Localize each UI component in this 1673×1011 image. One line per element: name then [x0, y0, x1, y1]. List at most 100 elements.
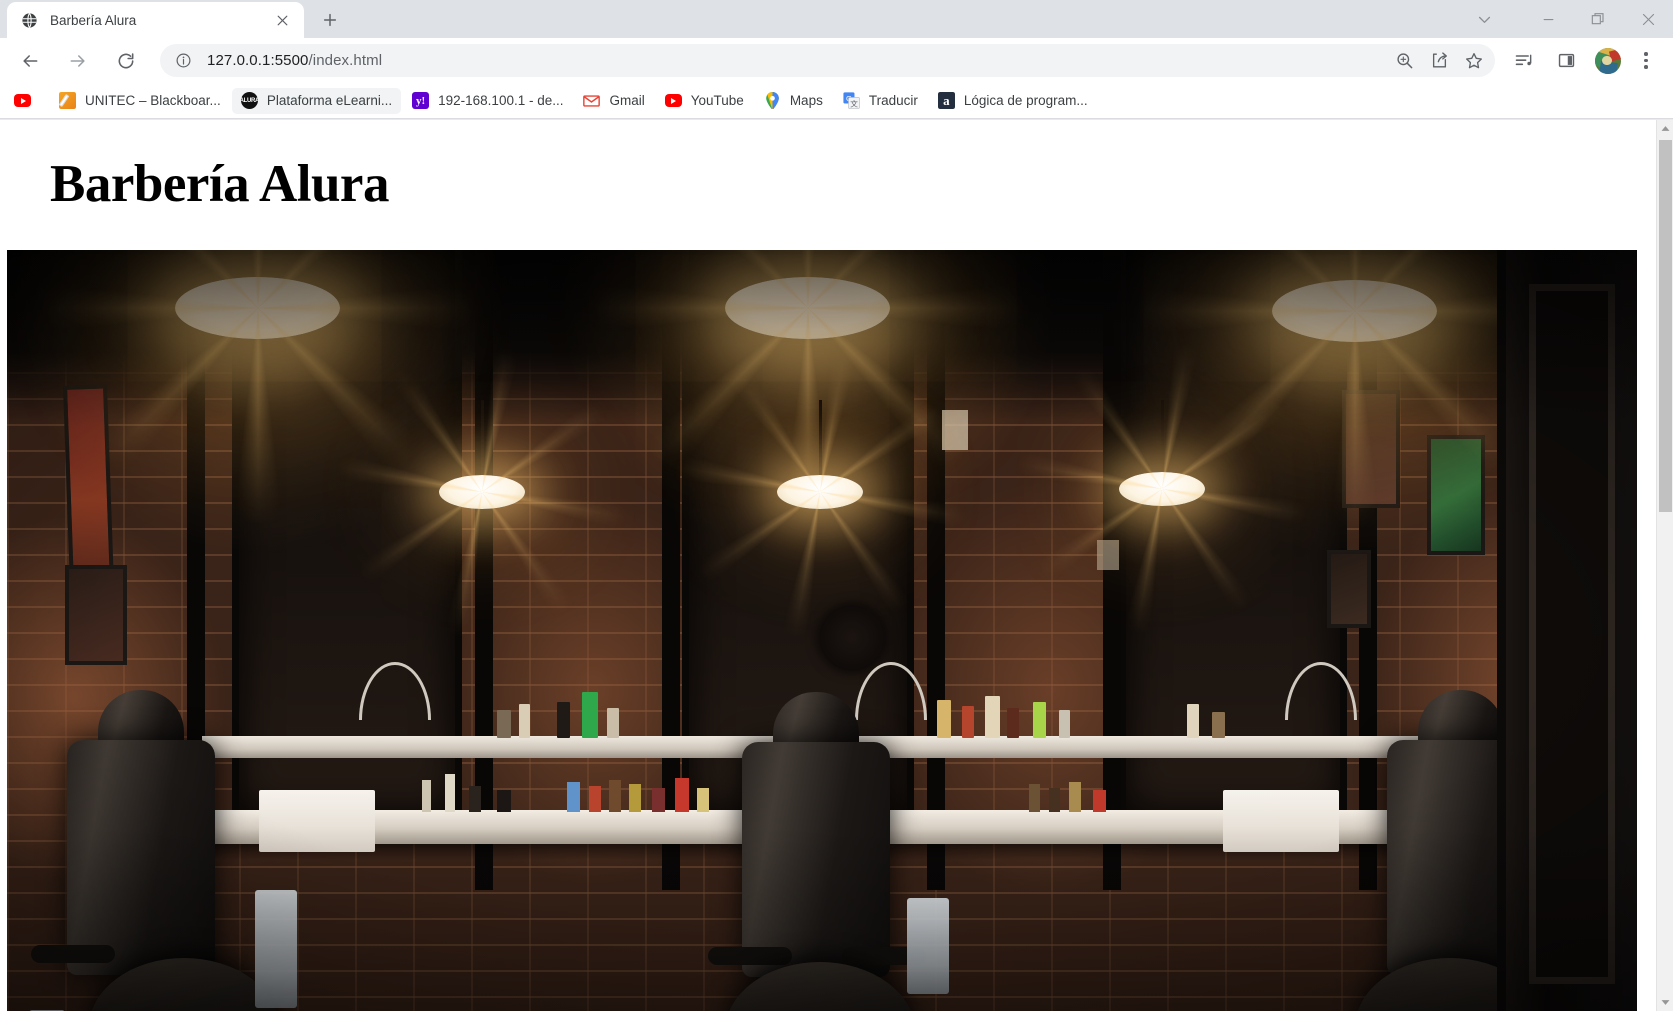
wall-frame: [1327, 550, 1371, 628]
bookmark-label: Lógica de program...: [963, 93, 1088, 108]
toolbar-right-actions: [1503, 44, 1667, 78]
lamp-cord: [819, 400, 822, 478]
page-scrollbar[interactable]: [1656, 120, 1673, 1011]
alura-icon: ALURA: [240, 92, 258, 109]
tab-title: Barbería Alura: [50, 12, 137, 28]
pendant-lamp-large: [527, 250, 1088, 588]
wall-note: [1097, 540, 1119, 570]
pendant-lamp-small: [439, 475, 525, 509]
globe-icon: [21, 12, 38, 29]
bookmark-label: Plataforma eLearni...: [266, 93, 393, 108]
chair-armrest: [708, 947, 792, 965]
close-window-button[interactable]: [1623, 0, 1673, 38]
chair-backrest: [67, 740, 215, 975]
lamp-cord: [1354, 250, 1357, 283]
scroll-up-button[interactable]: [1657, 120, 1673, 137]
pendant-lamp-small: [777, 475, 863, 509]
forward-button[interactable]: [59, 42, 97, 80]
bookmark-item-router[interactable]: y! 192-168.100.1 - de...: [403, 88, 572, 114]
wall-frame: [65, 565, 127, 665]
bookmark-item-maps[interactable]: Maps: [755, 88, 832, 114]
url-host: 127.0.0.1:5500: [207, 52, 309, 69]
triangle-up-icon: [1661, 126, 1670, 131]
youtube-icon: [14, 92, 31, 109]
bookmark-item-gmail[interactable]: Gmail: [574, 88, 653, 114]
browser-tab-strip: Barbería Alura: [0, 0, 1673, 38]
pendant-lamp-large: [7, 250, 538, 588]
share-icon[interactable]: [1424, 46, 1454, 76]
wall-poster: [1427, 435, 1485, 555]
omnibox-actions: [1384, 46, 1489, 76]
scroll-down-button[interactable]: [1657, 994, 1673, 1011]
address-bar[interactable]: 127.0.0.1:5500/index.html: [160, 44, 1495, 77]
hero-image-barbershop: [7, 250, 1637, 1011]
page-viewport: Barbería Alura: [0, 120, 1673, 1011]
bookmark-label: Traducir: [868, 93, 918, 108]
amazon-icon: a: [937, 92, 955, 109]
star-icon[interactable]: [1459, 46, 1489, 76]
bookmark-label: UNITEC – Blackboar...: [85, 93, 221, 108]
lamp-cord: [807, 250, 810, 280]
bookmark-item-logica[interactable]: a Lógica de program...: [929, 88, 1097, 114]
page-title: Barbería Alura: [50, 155, 389, 213]
barbershop-scene: [7, 250, 1637, 1011]
scrollbar-thumb[interactable]: [1659, 140, 1672, 512]
playlist-music-icon[interactable]: [1507, 44, 1541, 78]
magnifier-plus-icon[interactable]: [1389, 46, 1419, 76]
close-window-icon: [1642, 13, 1654, 25]
maximize-button[interactable]: [1573, 0, 1623, 38]
bookmark-label: Maps: [789, 93, 823, 108]
towel: [907, 898, 949, 994]
bookmark-label: YouTube: [690, 93, 744, 108]
yahoo-icon: y!: [412, 92, 430, 109]
bookmark-item-unitec[interactable]: UNITEC – Blackboar...: [50, 88, 230, 114]
tab-search-button[interactable]: [1461, 0, 1507, 38]
chevron-down-icon: [1478, 16, 1490, 23]
browser-tab[interactable]: Barbería Alura: [7, 2, 304, 38]
triangle-down-icon: [1661, 1000, 1670, 1005]
google-maps-pin-icon: [764, 92, 781, 109]
bookmark-item-youtube[interactable]: YouTube: [656, 88, 753, 114]
arrow-left-icon: [23, 54, 38, 67]
bookmarks-bar: UNITEC – Blackboar... ALURA Plataforma e…: [0, 83, 1673, 119]
restore-window-icon: [1591, 13, 1604, 25]
pendant-lamp-small: [1119, 472, 1205, 506]
wall-frame: [1342, 390, 1400, 508]
bookmark-label: Gmail: [609, 93, 645, 108]
pendant-lamp-large: [1074, 250, 1635, 591]
lamp-cord: [481, 400, 484, 478]
url-path: /index.html: [308, 52, 383, 69]
avatar[interactable]: [1595, 47, 1621, 74]
svg-text:文: 文: [850, 98, 858, 108]
new-tab-button[interactable]: [314, 4, 346, 36]
bookmark-item[interactable]: [6, 88, 48, 114]
reload-button[interactable]: [107, 42, 145, 80]
door-panel: [1529, 284, 1615, 984]
google-translate-icon: G 文: [843, 92, 860, 109]
wall-clock: [819, 605, 885, 671]
bookmark-label: 192-168.100.1 - de...: [438, 93, 564, 108]
lamp-cord: [1161, 400, 1164, 475]
window-controls: [1461, 0, 1673, 38]
browser-toolbar: 127.0.0.1:5500/index.html: [0, 38, 1673, 83]
minimize-button[interactable]: [1523, 0, 1573, 38]
minimize-icon: [1543, 18, 1553, 20]
youtube-icon: [664, 92, 682, 109]
info-circle-icon[interactable]: [174, 51, 193, 70]
gmail-icon: [583, 92, 601, 109]
url-text[interactable]: 127.0.0.1:5500/index.html: [207, 52, 1384, 69]
towel: [255, 890, 297, 1008]
bookmark-item-translate[interactable]: G 文 Traducir: [834, 88, 927, 114]
back-button[interactable]: [11, 42, 49, 80]
chair-backrest: [742, 742, 890, 977]
bookmark-item-alura[interactable]: ALURA Plataforma eLearni...: [231, 87, 402, 114]
close-icon[interactable]: [270, 8, 294, 32]
chair-armrest: [31, 945, 115, 963]
plus-icon: [323, 13, 337, 27]
lamp-cord: [257, 250, 260, 280]
three-dots-icon[interactable]: [1629, 44, 1663, 78]
wall-note: [942, 410, 968, 450]
side-panel-icon[interactable]: [1549, 44, 1583, 78]
reload-icon: [118, 52, 134, 68]
arrow-right-icon: [70, 54, 85, 67]
